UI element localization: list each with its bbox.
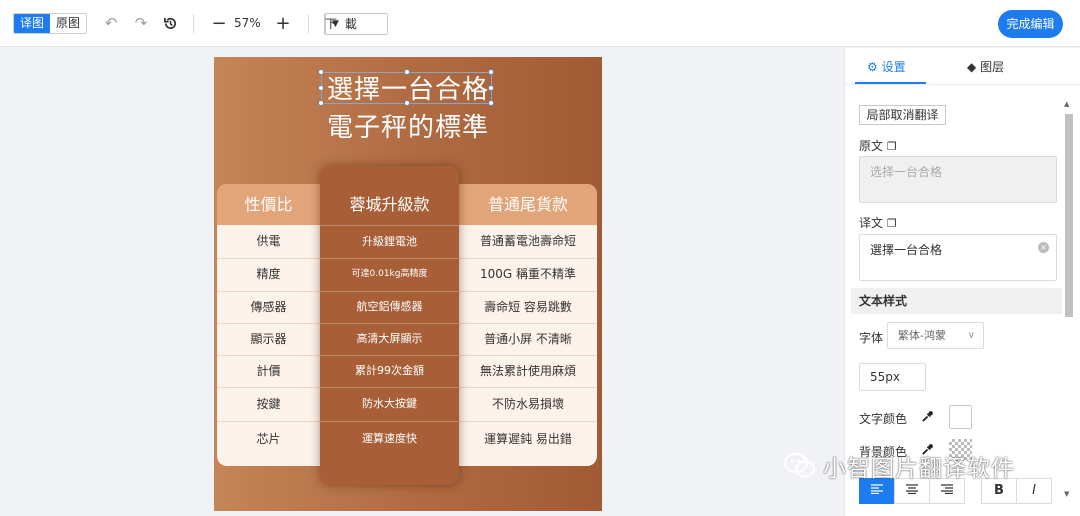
row-label: 精度 [256, 267, 281, 281]
original-text-label: 原文 ❐ [859, 137, 897, 154]
row-upgrade-value: 可達0.01kg高精度 [351, 269, 428, 279]
resize-handle[interactable] [318, 85, 324, 91]
settings-panel: ⚙ 设置 ◆ 图层 局部取消翻译 原文 ❐ 选择一台合格 译文 ❐ 選擇一台合格… [844, 48, 1080, 516]
row-upgrade-value: 航空鋁傳感器 [356, 300, 423, 313]
row-label: 芯片 [256, 432, 281, 446]
download-label: 下 載 [325, 17, 359, 31]
row-normal-value: 無法累計使用麻煩 [479, 364, 576, 378]
translation-value: 選擇一台合格 [870, 243, 943, 257]
scroll-down-icon[interactable]: ▼ [1064, 490, 1069, 498]
tab-layers-label: 图层 [980, 60, 1005, 74]
header-value: 性價比 [244, 195, 293, 214]
row-divider [320, 258, 459, 259]
watermark-text: 小智图片翻译软件 [823, 456, 1015, 482]
row-upgrade-value: 高清大屏顯示 [356, 332, 423, 345]
partial-cancel-translation-button[interactable]: 局部取消翻译 [859, 105, 946, 125]
tab-layers[interactable]: ◆ 图层 [967, 58, 1004, 76]
top-toolbar: 译图 原图 ↶ ↷ − 57% + 下 載 ▼ 完成编辑 [0, 0, 1080, 47]
tab-original-image[interactable]: 原图 [50, 14, 87, 33]
row-normal-value: 普通蓄電池壽命短 [479, 234, 576, 248]
row-divider [320, 421, 459, 422]
resize-handle[interactable] [318, 100, 324, 106]
header-normal: 普通尾貨款 [487, 195, 568, 214]
row-upgrade-value: 累計99次金額 [355, 364, 424, 377]
chevron-down-icon: ∨ [967, 330, 975, 341]
row-divider [320, 225, 459, 226]
selection-box[interactable] [318, 69, 494, 106]
original-label-text: 原文 [859, 139, 884, 153]
row-upgrade-value: 升級鋰電池 [362, 235, 417, 248]
header-upgrade: 蓉城升級款 [349, 195, 430, 214]
undo-icon[interactable]: ↶ [102, 13, 120, 34]
translation-text-label: 译文 ❐ [859, 214, 897, 231]
resize-handle[interactable] [488, 85, 494, 91]
poster-title-line2[interactable]: 電子秤的標準 [214, 107, 602, 144]
clear-icon[interactable]: × [1038, 242, 1049, 253]
row-normal-value: 壽命短 容易跳數 [484, 300, 572, 314]
row-divider [320, 323, 459, 324]
zoom-out-icon[interactable]: − [210, 13, 228, 34]
row-normal-value: 100G 稱重不精準 [479, 267, 577, 281]
row-divider [320, 355, 459, 356]
align-right-icon [941, 484, 953, 495]
view-toggle: 译图 原图 [13, 13, 88, 34]
copy-icon[interactable]: ❐ [887, 217, 897, 230]
zoom-level: 57% [234, 16, 261, 30]
copy-icon[interactable]: ❐ [887, 140, 897, 153]
scrollbar-thumb[interactable] [1065, 114, 1073, 317]
row-normal-value: 普通小屏 不清晰 [484, 332, 572, 346]
tab-settings-label: 设置 [881, 60, 906, 74]
row-label: 計價 [256, 364, 281, 378]
row-upgrade-value: 防水大按鍵 [362, 397, 417, 410]
history-icon[interactable] [161, 13, 179, 34]
row-upgrade-value: 運算速度快 [362, 432, 417, 445]
upgrade-column: 蓉城升級款 升級鋰電池可達0.01kg高精度 航空鋁傳感器 高清大屏顯示 累計99次金… [320, 166, 459, 485]
redo-icon[interactable]: ↷ [132, 13, 150, 34]
row-normal-value: 運算遲鈍 易出錯 [484, 432, 572, 446]
watermark: 小智图片翻译软件 [783, 449, 1015, 483]
resize-handle[interactable] [404, 69, 410, 75]
font-label: 字体 [859, 331, 884, 345]
gear-icon: ⚙ [867, 60, 878, 74]
text-color-swatch[interactable] [949, 405, 972, 429]
row-divider [320, 291, 459, 292]
text-style-section: 文本样式 [851, 288, 1062, 314]
row-label: 按鍵 [256, 397, 281, 411]
wechat-icon [783, 452, 817, 480]
tab-settings[interactable]: ⚙ 设置 [867, 58, 906, 76]
translation-label-text: 译文 [859, 216, 884, 230]
finish-edit-button[interactable]: 完成编辑 [998, 10, 1063, 38]
tab-translated-image[interactable]: 译图 [14, 14, 51, 33]
font-size-input[interactable]: 55px [859, 363, 926, 391]
resize-handle[interactable] [404, 100, 410, 106]
translation-text-field[interactable]: 選擇一台合格 × [859, 234, 1057, 281]
row-label: 顯示器 [250, 332, 287, 346]
toolbar-divider [308, 14, 309, 33]
zoom-in-icon[interactable]: + [274, 13, 292, 34]
scroll-up-icon[interactable]: ▲ [1064, 100, 1069, 108]
align-center-icon [906, 484, 918, 495]
poster-image: 選擇一台合格 電子秤的標準 性價比 普通尾貨款 供電 普通蓄電池壽命短 精度 100G… [214, 57, 602, 511]
tab-divider [845, 84, 1080, 85]
resize-handle[interactable] [318, 69, 324, 75]
layers-icon: ◆ [967, 60, 977, 74]
row-label: 供電 [256, 234, 281, 248]
font-select-value: 繁体-鸿蒙 [898, 329, 946, 342]
row-label: 傳感器 [250, 300, 287, 314]
text-color-label: 文字颜色 [859, 412, 908, 426]
eyedropper-icon[interactable] [921, 410, 934, 427]
font-select[interactable]: 繁体-鸿蒙 ∨ [887, 322, 984, 349]
row-divider [320, 387, 459, 388]
row-normal-value: 不防水易損壞 [491, 397, 564, 411]
toolbar-divider [193, 14, 194, 33]
resize-handle[interactable] [488, 100, 494, 106]
resize-handle[interactable] [488, 69, 494, 75]
download-button[interactable]: 下 載 ▼ [324, 13, 388, 35]
original-text-field: 选择一台合格 [859, 156, 1057, 203]
italic-button[interactable]: I [1016, 478, 1052, 504]
align-left-icon [871, 484, 883, 495]
